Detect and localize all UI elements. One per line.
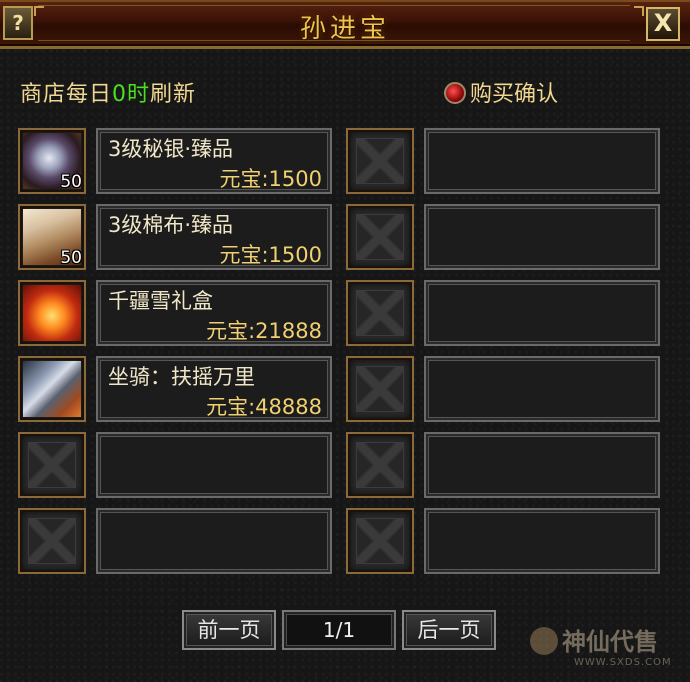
item-info-1[interactable]: 3级秘银·臻品 元宝:1500 bbox=[96, 128, 332, 194]
refresh-prefix: 商店每日 bbox=[20, 82, 113, 107]
item-slot-3[interactable] bbox=[18, 280, 86, 346]
gift-box-icon bbox=[23, 285, 81, 341]
refresh-notice: 商店每日0时刷新 bbox=[20, 76, 196, 108]
item-info-3[interactable]: 千疆雪礼盒 元宝:21888 bbox=[96, 280, 332, 346]
next-page-button[interactable]: 后一页 bbox=[402, 610, 496, 650]
purchase-confirm-toggle[interactable]: 购买确认 bbox=[444, 76, 558, 108]
empty-item-info[interactable] bbox=[424, 432, 660, 498]
item-slot-4[interactable] bbox=[18, 356, 86, 422]
item-name: 千疆雪礼盒 bbox=[108, 289, 213, 313]
radio-button-icon[interactable] bbox=[444, 82, 466, 104]
item-quantity: 50 bbox=[60, 172, 82, 192]
empty-slot[interactable] bbox=[18, 432, 86, 498]
empty-slot[interactable] bbox=[346, 128, 414, 194]
shop-window: ? 孙进宝 X 商店每日0时刷新 购买确认 50 3级秘银·臻品 元宝:1500… bbox=[0, 0, 690, 682]
item-slot-1[interactable]: 50 bbox=[18, 128, 86, 194]
close-button[interactable]: X bbox=[646, 7, 680, 41]
empty-slot[interactable] bbox=[346, 432, 414, 498]
purchase-confirm-label: 购买确认 bbox=[470, 82, 559, 107]
empty-item-info[interactable] bbox=[424, 204, 660, 270]
item-name: 3级秘银·臻品 bbox=[108, 137, 234, 161]
empty-item-info[interactable] bbox=[424, 280, 660, 346]
empty-item-info[interactable] bbox=[424, 508, 660, 574]
prev-page-button[interactable]: 前一页 bbox=[182, 610, 276, 650]
refresh-hour: 0时 bbox=[112, 82, 151, 107]
corner-ornament-icon bbox=[634, 6, 644, 16]
item-price: 元宝:48888 bbox=[206, 395, 322, 419]
empty-item-info[interactable] bbox=[424, 128, 660, 194]
mascot-icon bbox=[530, 627, 558, 655]
refresh-suffix: 刷新 bbox=[150, 82, 197, 107]
page-indicator: 1/1 bbox=[282, 610, 396, 650]
window-title: 孙进宝 bbox=[299, 14, 390, 44]
item-name: 坐骑：扶摇万里 bbox=[108, 365, 255, 389]
empty-slot[interactable] bbox=[346, 356, 414, 422]
item-info-4[interactable]: 坐骑：扶摇万里 元宝:48888 bbox=[96, 356, 332, 422]
item-quantity: 50 bbox=[60, 248, 82, 268]
title-bar: ? 孙进宝 X bbox=[0, 0, 690, 49]
empty-item-info[interactable] bbox=[96, 432, 332, 498]
mount-icon bbox=[23, 361, 81, 417]
item-price: 元宝:21888 bbox=[206, 319, 322, 343]
item-price: 元宝:1500 bbox=[219, 243, 322, 267]
empty-slot[interactable] bbox=[346, 204, 414, 270]
item-name: 3级棉布·臻品 bbox=[108, 213, 234, 237]
item-info-2[interactable]: 3级棉布·臻品 元宝:1500 bbox=[96, 204, 332, 270]
empty-item-info[interactable] bbox=[96, 508, 332, 574]
empty-slot[interactable] bbox=[346, 508, 414, 574]
watermark-url: WWW.SXDS.COM bbox=[574, 657, 672, 668]
empty-slot[interactable] bbox=[346, 280, 414, 346]
watermark-logo: 神仙代售 bbox=[530, 622, 658, 657]
item-slot-2[interactable]: 50 bbox=[18, 204, 86, 270]
empty-slot[interactable] bbox=[18, 508, 86, 574]
watermark-name: 神仙代售 bbox=[562, 628, 658, 656]
empty-item-info[interactable] bbox=[424, 356, 660, 422]
item-price: 元宝:1500 bbox=[219, 167, 322, 191]
